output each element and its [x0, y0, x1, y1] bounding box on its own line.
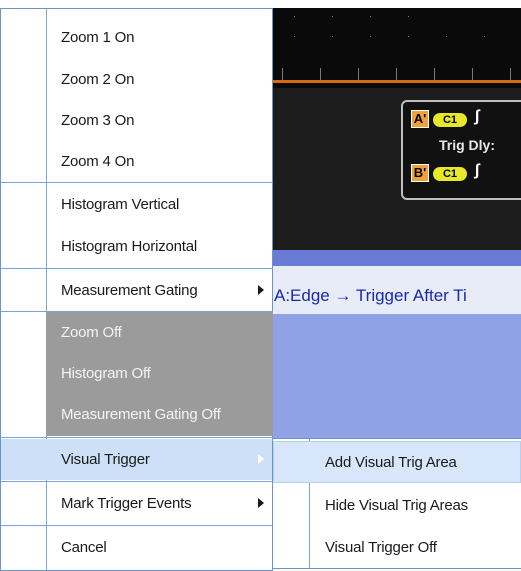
menu-item-label: Measurement Gating Off	[61, 406, 221, 423]
submenu-item-add-visual-trig-area[interactable]: Add Visual Trig Area	[273, 441, 521, 483]
menu-item-visual-trigger[interactable]: Visual Trigger	[1, 439, 273, 480]
submenu-item-label: Visual Trigger Off	[325, 539, 437, 556]
menu-item-measurement-gating-off: Measurement Gating Off	[1, 394, 273, 435]
trigger-description: A:Edge → Trigger After Ti	[274, 286, 467, 305]
menu-separator	[1, 182, 273, 183]
rising-edge-icon: ∫	[475, 162, 480, 179]
menu-item-mark-trigger-events[interactable]: Mark Trigger Events	[1, 483, 273, 524]
submenu-arrow-icon	[258, 454, 264, 464]
menu-separator	[1, 481, 273, 482]
menu-item-label: Zoom 1 On	[61, 29, 135, 46]
menu-item-label: Histogram Vertical	[61, 196, 180, 213]
submenu-arrow-icon	[258, 285, 264, 295]
trigger-b-channel-badge: C1	[433, 167, 467, 181]
trigger-descriptor-box[interactable]: A' C1 ∫ Trig Dly: B' C1 ∫	[401, 100, 521, 200]
menu-item-label: Histogram Horizontal	[61, 238, 198, 255]
grid-ticks	[270, 68, 521, 80]
menu-separator	[1, 437, 273, 438]
menu-item-label: Zoom 3 On	[61, 112, 135, 129]
submenu-item-label: Hide Visual Trig Areas	[325, 497, 468, 514]
disabled-menu-group: Zoom Off Histogram Off Measurement Gatin…	[46, 312, 273, 436]
visual-trigger-submenu: Add Visual Trig Area Hide Visual Trig Ar…	[272, 438, 521, 569]
submenu-item-hide-visual-trig-areas[interactable]: Hide Visual Trig Areas	[273, 484, 521, 526]
status-band	[270, 250, 521, 266]
submenu-item-visual-trigger-off[interactable]: Visual Trigger Off	[273, 526, 521, 568]
menu-item-label: Zoom Off	[61, 324, 122, 341]
menu-item-zoom-2-on[interactable]: Zoom 2 On	[1, 59, 273, 100]
menu-item-zoom-4-on[interactable]: Zoom 4 On	[1, 141, 273, 182]
context-menu: Zoom 1 On Zoom 2 On Zoom 3 On Zoom 4 On …	[0, 8, 273, 571]
trigger-a-channel-badge: C1	[433, 113, 467, 127]
waveform-grid	[270, 8, 521, 88]
menu-item-zoom-off: Zoom Off	[1, 312, 273, 353]
menu-item-label: Cancel	[61, 539, 107, 556]
menu-item-histogram-horizontal[interactable]: Histogram Horizontal	[1, 226, 273, 267]
menu-item-cancel[interactable]: Cancel	[1, 527, 273, 568]
menu-item-zoom-1-on[interactable]: Zoom 1 On	[1, 17, 273, 58]
trigger-delay-label: Trig Dly:	[439, 137, 496, 153]
trigger-b-badge: B'	[411, 164, 429, 182]
trigger-a-badge: A'	[411, 110, 429, 128]
menu-item-label: Zoom 4 On	[61, 153, 135, 170]
menu-separator	[1, 268, 273, 269]
menu-item-label: Mark Trigger Events	[61, 495, 192, 512]
rising-edge-icon: ∫	[475, 108, 480, 125]
waveform-trace	[270, 80, 521, 83]
menu-item-label: Visual Trigger	[61, 451, 150, 468]
menu-item-label: Histogram Off	[61, 365, 151, 382]
menu-item-label: Zoom 2 On	[61, 71, 135, 88]
menu-item-histogram-vertical[interactable]: Histogram Vertical	[1, 184, 273, 225]
menu-item-label: Measurement Gating	[61, 282, 198, 299]
menu-item-zoom-3-on[interactable]: Zoom 3 On	[1, 100, 273, 141]
menu-item-measurement-gating[interactable]: Measurement Gating	[1, 270, 273, 311]
submenu-arrow-icon	[258, 498, 264, 508]
menu-separator	[1, 525, 273, 526]
menu-item-histogram-off: Histogram Off	[1, 353, 273, 394]
submenu-item-label: Add Visual Trig Area	[325, 454, 457, 471]
